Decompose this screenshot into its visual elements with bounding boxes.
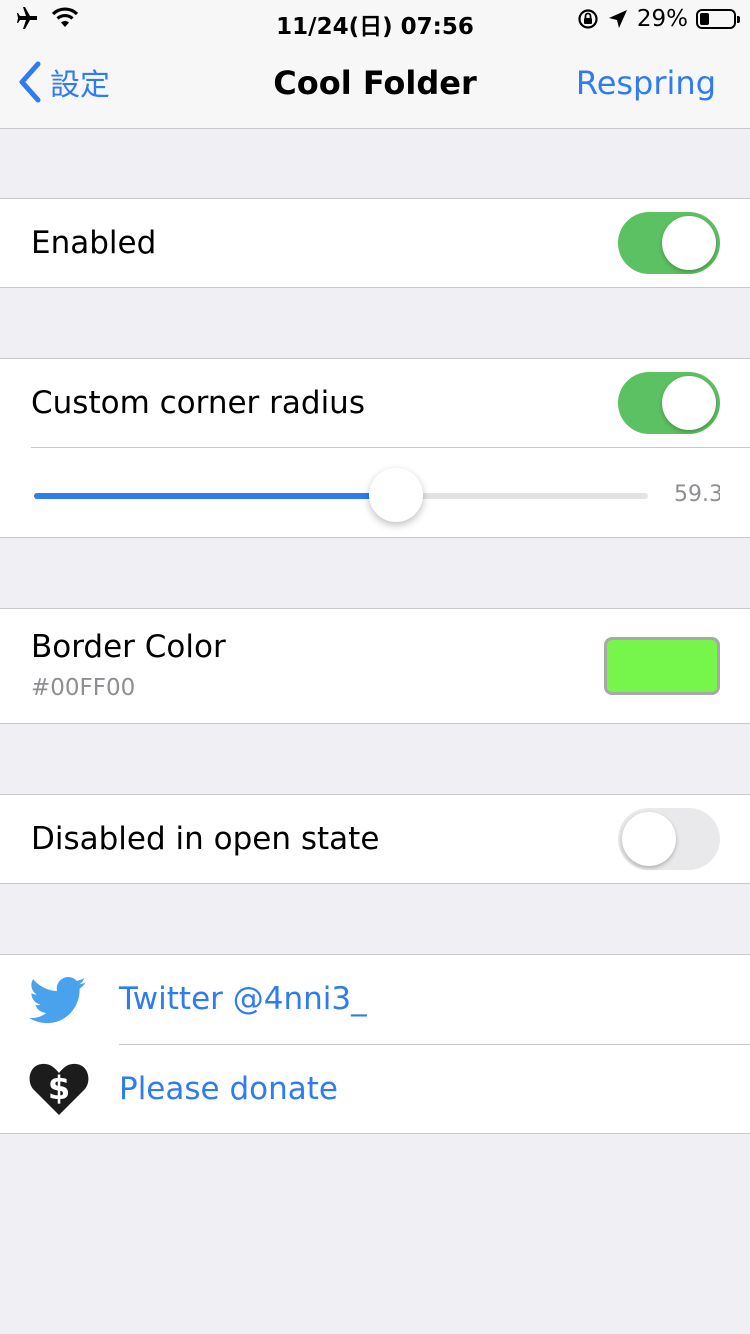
border-color-label: Border Color <box>31 629 226 665</box>
donate-link-row[interactable]: $ Please donate <box>0 1045 750 1135</box>
status-right: 29% <box>577 6 740 32</box>
location-icon <box>608 10 627 28</box>
disabled-open-cell: Disabled in open state <box>0 794 750 884</box>
switch-knob <box>662 216 716 270</box>
slider-thumb[interactable] <box>369 468 424 522</box>
corner-radius-slider[interactable] <box>34 493 648 499</box>
battery-icon <box>696 9 740 29</box>
border-color-swatch[interactable] <box>604 637 720 695</box>
switch-knob <box>622 812 676 866</box>
respring-button[interactable]: Respring <box>576 64 716 102</box>
cell-separator <box>31 447 750 448</box>
enabled-cell: Enabled <box>0 198 750 288</box>
twitter-bird-icon <box>28 977 86 1024</box>
corner-radius-group: Custom corner radius 59.3 <box>0 358 750 538</box>
rotation-lock-icon <box>578 9 598 29</box>
dollar-heart-icon: $ <box>29 1063 89 1115</box>
disabled-open-label: Disabled in open state <box>31 821 380 857</box>
svg-text:$: $ <box>48 1069 70 1107</box>
corner-radius-label: Custom corner radius <box>31 385 365 421</box>
enabled-label: Enabled <box>31 225 157 261</box>
twitter-link-row[interactable]: Twitter @4nni3_ <box>0 955 750 1044</box>
corner-radius-switch[interactable] <box>618 372 720 434</box>
switch-knob <box>662 376 716 430</box>
links-group: Twitter @4nni3_ $ Please donate <box>0 954 750 1134</box>
twitter-link-label: Twitter @4nni3_ <box>119 981 367 1017</box>
border-color-value: #00FF00 <box>31 675 136 701</box>
battery-percent: 29% <box>636 6 688 32</box>
battery-fill <box>700 13 710 25</box>
border-color-cell[interactable]: Border Color #00FF00 <box>0 608 750 724</box>
enabled-switch[interactable] <box>618 212 720 274</box>
status-bar: 11/24(日) 07:56 29% <box>0 0 750 40</box>
slider-value: 59.3 <box>674 482 720 507</box>
slider-fill <box>34 493 397 499</box>
navigation-bar: 設定 Cool Folder Respring <box>0 40 750 129</box>
disabled-open-switch[interactable] <box>618 808 720 870</box>
donate-link-label: Please donate <box>119 1071 338 1107</box>
